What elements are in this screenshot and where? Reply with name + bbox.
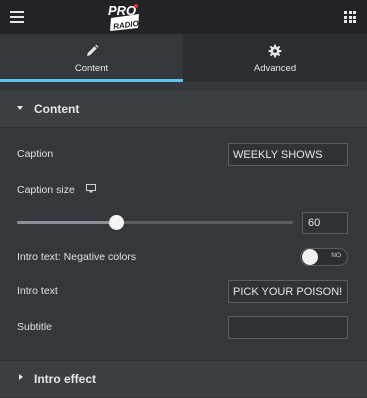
caption-label: Caption bbox=[17, 148, 54, 160]
caret-down-icon bbox=[17, 106, 23, 110]
intro-text-input[interactable] bbox=[228, 280, 348, 303]
caption-size-slider[interactable] bbox=[17, 215, 293, 230]
top-bar: PRO RADIO bbox=[0, 0, 367, 34]
subtitle-input[interactable] bbox=[228, 316, 348, 339]
section-content-header[interactable]: Content bbox=[0, 91, 367, 128]
panel-tabs: Content Advanced bbox=[0, 34, 367, 82]
caption-size-label: Caption size bbox=[17, 184, 75, 196]
caption-size-number-input[interactable] bbox=[302, 212, 348, 234]
pencil-icon bbox=[86, 44, 98, 56]
tab-content[interactable]: Content bbox=[0, 34, 183, 82]
slider-handle[interactable] bbox=[109, 215, 125, 230]
menu-icon[interactable] bbox=[10, 11, 24, 23]
section-intro-effect-title: Intro effect bbox=[34, 372, 97, 386]
toggle-knob bbox=[302, 249, 318, 265]
pro-radio-logo: PRO RADIO bbox=[108, 3, 140, 31]
subtitle-label: Subtitle bbox=[17, 321, 53, 333]
section-content-title: Content bbox=[34, 102, 80, 116]
tab-content-label: Content bbox=[74, 63, 109, 74]
caret-right-icon bbox=[19, 374, 23, 380]
tab-advanced-label: Advanced bbox=[253, 63, 297, 74]
section-intro-effect-header[interactable]: Intro effect bbox=[0, 360, 367, 397]
caption-input[interactable] bbox=[228, 143, 348, 166]
apps-grid-icon[interactable] bbox=[344, 11, 356, 23]
desktop-monitor-icon[interactable] bbox=[86, 184, 96, 193]
gear-icon bbox=[268, 44, 282, 58]
active-tab-indicator bbox=[0, 79, 183, 82]
slider-fill bbox=[17, 221, 117, 224]
toggle-state-text: NO bbox=[331, 252, 341, 259]
negative-colors-toggle[interactable]: NO bbox=[300, 248, 348, 266]
negative-colors-label: Intro text: Negative colors bbox=[17, 251, 137, 263]
tab-advanced[interactable]: Advanced bbox=[183, 34, 367, 82]
intro-text-label: Intro text bbox=[17, 285, 58, 297]
